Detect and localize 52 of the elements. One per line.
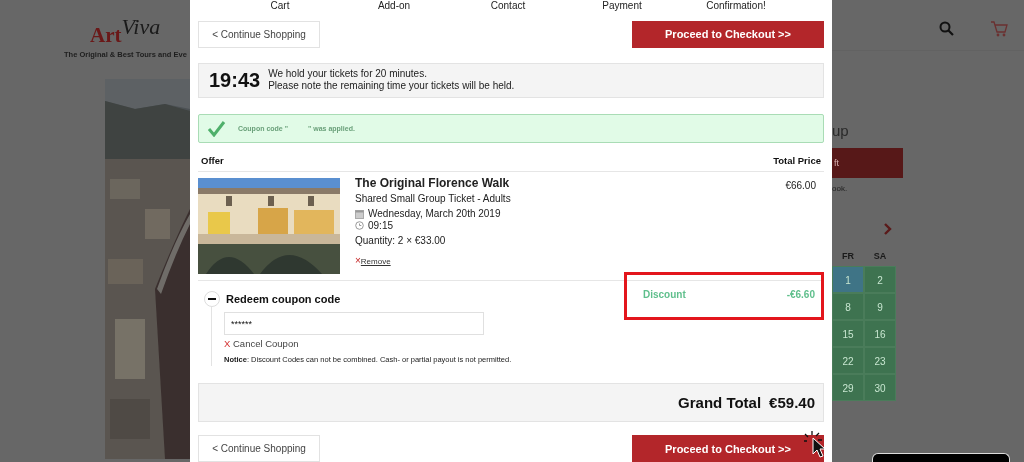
- step-label: Confirmation!: [705, 0, 767, 12]
- calendar-day[interactable]: 29: [832, 374, 864, 401]
- timer-message: Please note the remaining time your tickets will be held.: [268, 80, 515, 93]
- logo[interactable]: ArtViva: [90, 18, 161, 48]
- calendar-icon: [355, 208, 364, 219]
- continue-shopping-button[interactable]: < Continue Shopping: [198, 435, 320, 462]
- tour-title: The Original Florence Walk: [355, 176, 511, 191]
- minus-icon[interactable]: [204, 291, 220, 308]
- weekday-label: SA: [872, 250, 888, 263]
- quantity-text: Quantity: 2 × €33.00: [355, 235, 447, 247]
- checkout-button[interactable]: Proceed to Checkout >>: [632, 435, 824, 462]
- checkout-button[interactable]: Proceed to Checkout >>: [632, 20, 824, 48]
- popup-tab[interactable]: [872, 453, 1010, 462]
- column-header: Offer: [201, 155, 224, 167]
- tour-time: 09:15: [368, 220, 394, 232]
- calendar-day[interactable]: 30: [864, 374, 896, 401]
- tour-date: Wednesday, March 20th 2019: [368, 208, 501, 220]
- section-title: Redeem coupon code: [226, 293, 341, 306]
- chevron-right-icon: [883, 223, 892, 235]
- grand-total-label: Grand Total: [678, 394, 762, 412]
- column-header: Total Price: [773, 155, 821, 167]
- calendar-day[interactable]: 2: [864, 266, 896, 293]
- side-heading: up: [832, 122, 849, 139]
- cart-icon: [990, 19, 1008, 37]
- step-label: Add-on: [376, 0, 412, 12]
- grand-total-amount: €59.40: [769, 394, 815, 412]
- calendar-day[interactable]: 23: [864, 347, 896, 374]
- remove-link[interactable]: ×Remove: [355, 255, 391, 267]
- calendar-day[interactable]: 15: [832, 320, 864, 347]
- countdown-time: 19:43: [209, 68, 261, 92]
- cancel-coupon-link[interactable]: X Cancel Coupon: [224, 338, 299, 350]
- calendar-day[interactable]: 16: [864, 320, 896, 347]
- price-text: €66.00: [785, 179, 817, 194]
- mouse-cursor-icon: [804, 430, 826, 458]
- search-icon: [939, 20, 954, 36]
- calendar-day[interactable]: 8: [832, 293, 864, 320]
- side-button[interactable]: ft: [832, 148, 903, 178]
- continue-shopping-button[interactable]: < Continue Shopping: [198, 20, 320, 48]
- step-label: Payment: [601, 0, 643, 12]
- ticket-type: Shared Small Group Ticket - Adults: [355, 193, 512, 205]
- calendar-day[interactable]: 22: [832, 347, 864, 374]
- timer-message: We hold your tickets for 20 minutes.: [268, 68, 428, 81]
- step-label: Cart: [269, 0, 291, 12]
- discount-label: Discount: [643, 289, 686, 301]
- weekday-label: FR: [841, 250, 855, 263]
- step-label: Contact: [489, 0, 527, 12]
- coupon-input-field[interactable]: ******: [224, 312, 484, 336]
- checkmark-icon: [207, 120, 226, 138]
- calendar-day[interactable]: 9: [864, 293, 896, 320]
- discount-amount: -€6.60: [786, 289, 815, 301]
- calendar-day[interactable]: 1: [832, 266, 864, 293]
- clock-icon: [355, 221, 364, 231]
